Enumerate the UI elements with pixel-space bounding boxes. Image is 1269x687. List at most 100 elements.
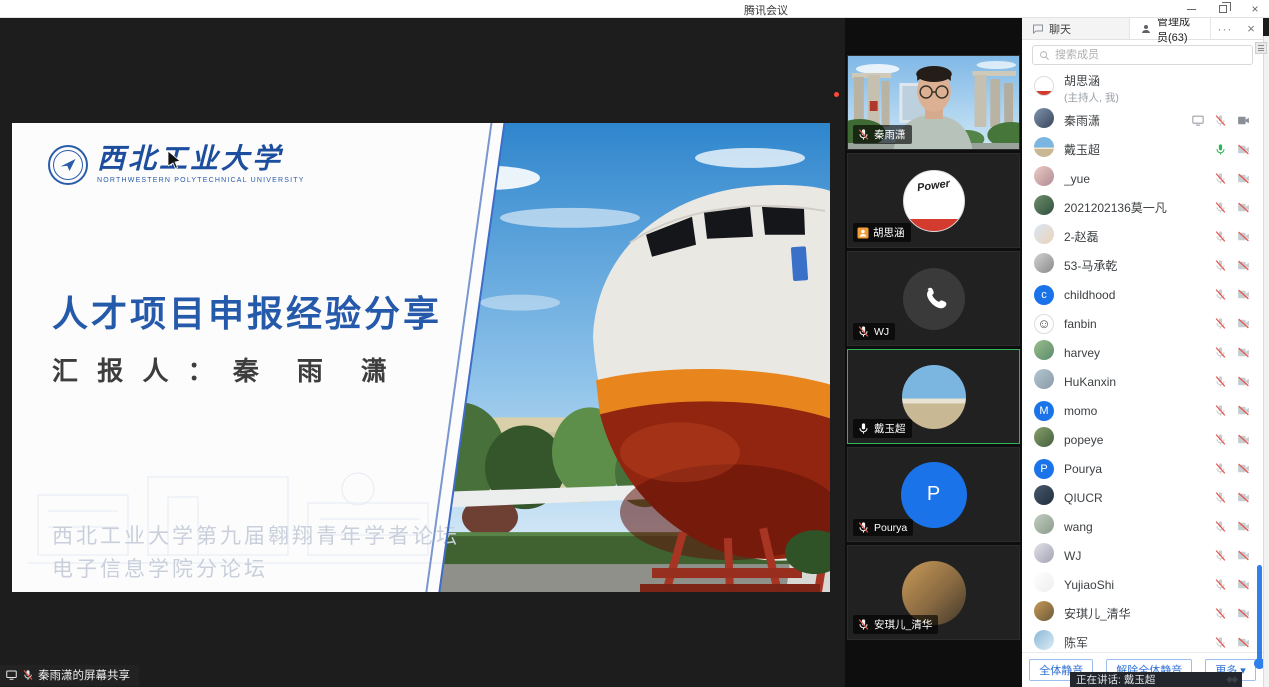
mic-muted-icon[interactable] xyxy=(1214,230,1227,243)
member-row[interactable]: 2021202136莫一凡 xyxy=(1022,193,1263,222)
member-role: (主持人, 我) xyxy=(1064,90,1245,105)
mic-muted-icon[interactable] xyxy=(1214,607,1227,620)
member-row[interactable]: popeye xyxy=(1022,425,1263,454)
cam-muted-icon[interactable] xyxy=(1236,375,1251,388)
video-tile[interactable]: 安琪儿_清华 xyxy=(847,545,1020,640)
cam-muted-icon[interactable] xyxy=(1236,462,1251,475)
member-row[interactable]: 戴玉超 xyxy=(1022,135,1263,164)
mic-muted-icon[interactable] xyxy=(1214,520,1227,533)
panel-close-button[interactable]: × xyxy=(1239,18,1263,39)
mic-muted-white-icon xyxy=(857,325,870,338)
cam-muted-icon[interactable] xyxy=(1236,201,1251,214)
cam-muted-icon[interactable] xyxy=(1236,143,1251,156)
mic-muted-icon[interactable] xyxy=(1214,201,1227,214)
mic-muted-icon[interactable] xyxy=(1214,433,1227,446)
member-row[interactable]: 胡思涵 (主持人, 我) xyxy=(1022,70,1263,106)
search-input[interactable] xyxy=(1055,49,1246,61)
mic-active-icon[interactable] xyxy=(1214,143,1227,156)
member-name: 秦雨潇 xyxy=(1064,112,1185,129)
mic-muted-icon[interactable] xyxy=(1214,172,1227,185)
member-row[interactable]: harvey xyxy=(1022,338,1263,367)
scrollbar-thumb[interactable] xyxy=(1257,565,1262,660)
cam-dark-icon[interactable] xyxy=(1236,114,1251,127)
member-name: YujiaoShi xyxy=(1064,578,1208,592)
cam-muted-icon[interactable] xyxy=(1236,607,1251,620)
video-tile-label: WJ xyxy=(853,323,895,340)
member-row[interactable]: 秦雨潇 xyxy=(1022,106,1263,135)
cam-muted-icon[interactable] xyxy=(1236,346,1251,359)
minimize-button[interactable] xyxy=(1183,2,1199,16)
member-status-icons xyxy=(1214,230,1251,243)
member-status-icons xyxy=(1214,520,1251,533)
cam-muted-icon[interactable] xyxy=(1236,404,1251,417)
member-status-icons xyxy=(1214,346,1251,359)
video-tile[interactable]: 秦雨潇 xyxy=(847,55,1020,150)
video-tile[interactable]: 戴玉超 xyxy=(847,349,1020,444)
member-row[interactable]: 安琪儿_清华 xyxy=(1022,599,1263,628)
video-tile[interactable]: P Pourya xyxy=(847,447,1020,542)
member-name: 2021202136莫一凡 xyxy=(1064,199,1208,216)
member-row[interactable]: c childhood xyxy=(1022,280,1263,309)
participant-name: 安琪儿_清华 xyxy=(874,617,932,632)
mic-muted-icon[interactable] xyxy=(1214,549,1227,562)
avatar xyxy=(1034,253,1054,278)
mic-muted-icon[interactable] xyxy=(1214,259,1227,272)
participant-name: 戴玉超 xyxy=(874,421,906,436)
member-name: popeye xyxy=(1064,433,1208,447)
member-row[interactable]: _yue xyxy=(1022,164,1263,193)
cam-muted-icon[interactable] xyxy=(1236,433,1251,446)
member-row[interactable]: P Pourya xyxy=(1022,454,1263,483)
panel-more-button[interactable]: ··· xyxy=(1211,18,1239,39)
member-row[interactable]: QIUCR xyxy=(1022,483,1263,512)
mic-muted-icon[interactable] xyxy=(1214,114,1227,127)
search-box[interactable] xyxy=(1032,45,1253,65)
video-tile-label: 胡思涵 xyxy=(853,223,911,242)
cam-muted-icon[interactable] xyxy=(1236,172,1251,185)
mic-muted-icon[interactable] xyxy=(1214,317,1227,330)
cam-muted-icon[interactable] xyxy=(1236,491,1251,504)
video-tile[interactable]: WJ xyxy=(847,251,1020,346)
meeting-logo-watermark-icon: ◆◆ xyxy=(1226,674,1236,685)
member-row[interactable]: 53-马承乾 xyxy=(1022,251,1263,280)
member-row[interactable]: 2-赵磊 xyxy=(1022,222,1263,251)
screen-icon[interactable] xyxy=(1191,114,1205,127)
tab-manage-members[interactable]: 管理成员(63) xyxy=(1130,18,1211,39)
mic-muted-icon[interactable] xyxy=(1214,346,1227,359)
cam-muted-icon[interactable] xyxy=(1236,520,1251,533)
video-tile[interactable]: Power 胡思涵 xyxy=(847,153,1020,248)
mic-muted-icon[interactable] xyxy=(1214,491,1227,504)
cam-muted-icon[interactable] xyxy=(1236,230,1251,243)
tab-chat[interactable]: 聊天 xyxy=(1022,18,1130,39)
mic-muted-icon[interactable] xyxy=(1214,404,1227,417)
member-row[interactable]: HuKanxin xyxy=(1022,367,1263,396)
panel-handle-icon[interactable] xyxy=(1255,42,1267,54)
slide-presenter: 汇 报 人 ： 秦 雨 潇 xyxy=(52,351,393,388)
mic-muted-icon[interactable] xyxy=(1214,375,1227,388)
search-icon xyxy=(1039,50,1050,61)
thumbnail-strip: 秦雨潇 Power 胡思涵 WJ 戴玉超 P Pourya xyxy=(845,18,1022,687)
member-row[interactable]: M momo xyxy=(1022,396,1263,425)
collapsed-side-strip[interactable] xyxy=(1263,36,1269,687)
member-row[interactable]: ☺ fanbin xyxy=(1022,309,1263,338)
cam-muted-icon[interactable] xyxy=(1236,259,1251,272)
member-status-icons xyxy=(1214,607,1251,620)
mic-muted-icon[interactable] xyxy=(1214,636,1227,649)
member-row[interactable]: YujiaoShi xyxy=(1022,570,1263,599)
avatar: ☺ xyxy=(1034,314,1054,334)
cam-muted-icon[interactable] xyxy=(1236,549,1251,562)
avatar xyxy=(1034,601,1054,626)
cam-muted-icon[interactable] xyxy=(1236,317,1251,330)
cam-muted-icon[interactable] xyxy=(1236,636,1251,649)
member-status-icons xyxy=(1214,433,1251,446)
mic-muted-icon[interactable] xyxy=(1214,578,1227,591)
cam-muted-icon[interactable] xyxy=(1236,578,1251,591)
participant-name: 秦雨潇 xyxy=(874,127,906,142)
close-button[interactable]: × xyxy=(1247,2,1263,16)
member-row[interactable]: wang xyxy=(1022,512,1263,541)
mic-muted-icon[interactable] xyxy=(1214,462,1227,475)
mic-muted-icon[interactable] xyxy=(1214,288,1227,301)
member-row[interactable]: WJ xyxy=(1022,541,1263,570)
cam-muted-icon[interactable] xyxy=(1236,288,1251,301)
member-name: momo xyxy=(1064,404,1208,418)
restore-button[interactable] xyxy=(1215,2,1231,16)
